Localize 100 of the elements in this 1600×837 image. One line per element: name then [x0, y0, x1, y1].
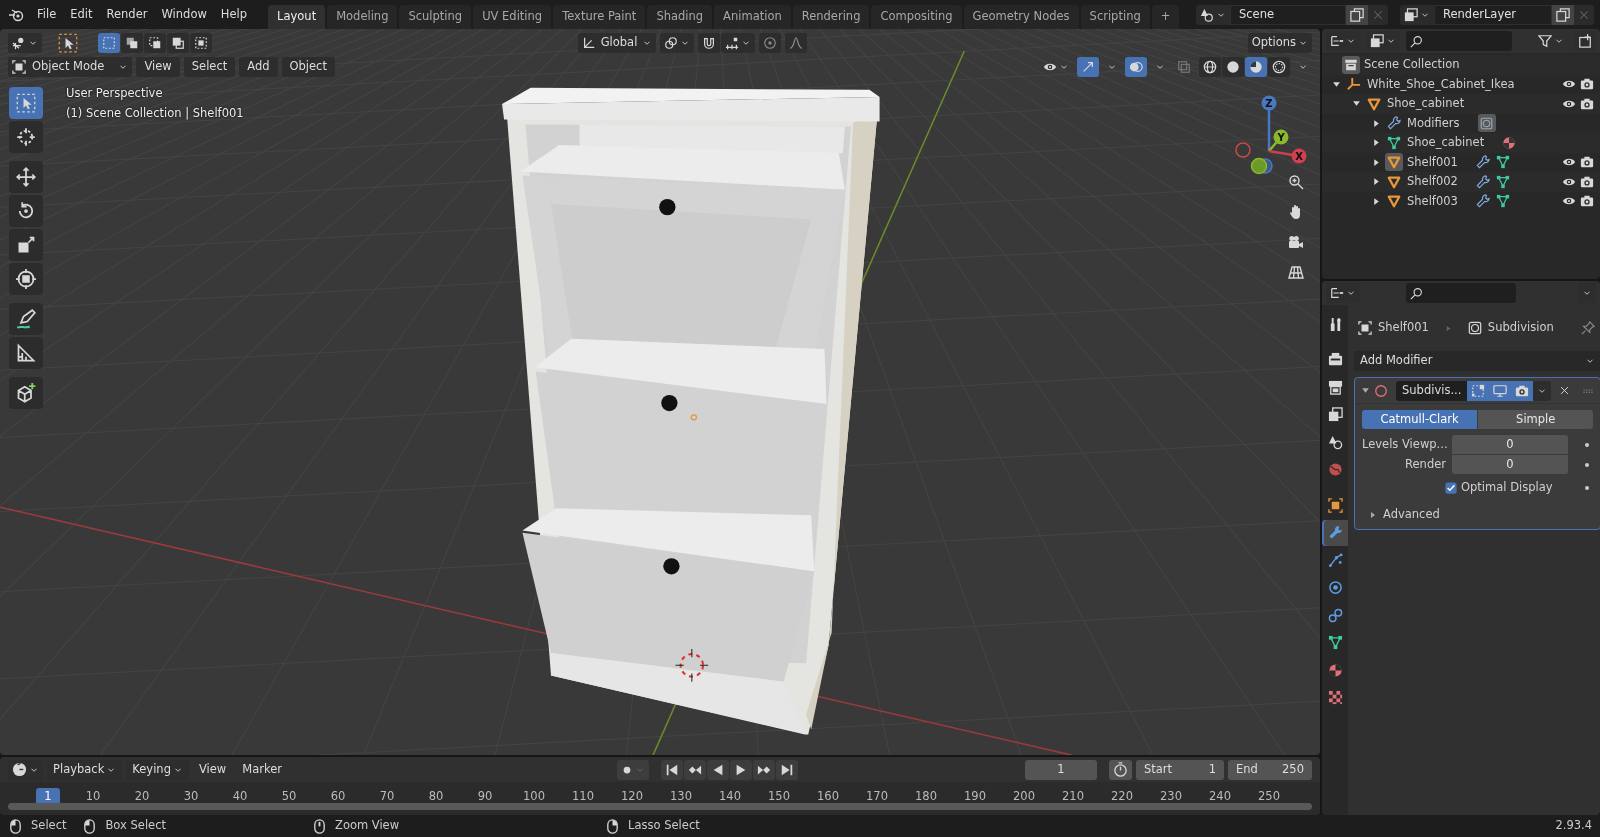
frame-number: 20	[133, 788, 151, 805]
add-modifier-dropdown[interactable]: Add Modifier	[1354, 351, 1600, 371]
menu-item[interactable]: Edit	[63, 0, 100, 29]
subdivision-type-option[interactable]: Simple	[1478, 410, 1594, 429]
workspace-tab[interactable]: Geometry Nodes	[963, 5, 1079, 29]
tree-item-label[interactable]: White_Shoe_Cabinet_Ikea	[1367, 75, 1515, 93]
number-field[interactable]: 0	[1452, 435, 1568, 454]
menu-item[interactable]: File	[30, 0, 64, 29]
frame-number: 240	[1208, 788, 1232, 805]
workspace-tab[interactable]: Texture Paint	[553, 5, 646, 29]
view-layer-field[interactable]: RenderLayer	[1434, 5, 1552, 25]
tree-item-label[interactable]: Shelf001	[1407, 153, 1458, 171]
add-workspace-button[interactable]: +	[1151, 5, 1180, 29]
tree-item-label[interactable]: Modifiers	[1407, 114, 1460, 132]
version-label: 2.93.4	[1555, 817, 1592, 835]
end-label: End	[1236, 760, 1258, 778]
viewport-menu[interactable]: Object	[281, 57, 335, 77]
workspace-tab[interactable]: Sculpting	[399, 5, 472, 29]
subpanel-label[interactable]: Advanced	[1383, 506, 1440, 524]
status-hint: Box Select	[105, 817, 166, 835]
frame-number: 70	[378, 788, 396, 805]
navigation-gizmo[interactable]: Z Y X	[1221, 87, 1317, 183]
current-frame-field[interactable]: 1	[1025, 759, 1097, 780]
number-field[interactable]: 0	[1452, 455, 1568, 474]
frame-number: 50	[280, 788, 298, 805]
workspace-tab[interactable]: Scripting	[1080, 5, 1150, 29]
menu-label: Playback	[53, 763, 105, 776]
frame-number: 100	[522, 788, 546, 805]
frame-number: 210	[1061, 788, 1085, 805]
frame-number: 160	[816, 788, 840, 805]
frame-number: 10	[84, 788, 102, 805]
viewport-info-text: User Perspective	[66, 85, 164, 102]
frame-number: 150	[767, 788, 791, 805]
start-value: 1	[1208, 760, 1216, 778]
end-value: 250	[1282, 760, 1304, 778]
options-label: Options	[1251, 37, 1296, 49]
axis-label: Z	[1265, 98, 1273, 109]
timeline-menu[interactable]: Playback	[47, 759, 123, 780]
frame-number: 30	[182, 788, 200, 805]
menu-label: Keying	[132, 763, 171, 776]
frame-number: 250	[1257, 788, 1281, 805]
add-modifier-label: Add Modifier	[1360, 355, 1433, 367]
timeline-menu[interactable]: Marker	[236, 759, 288, 780]
viewport-menu[interactable]: Select	[183, 57, 236, 77]
frame-number: 40	[231, 788, 249, 805]
end-frame-field[interactable]: End 250	[1228, 759, 1312, 780]
viewport-menu[interactable]: Add	[239, 57, 278, 77]
options-dropdown[interactable]: Options	[1247, 33, 1312, 53]
workspace-tab[interactable]: Modeling	[327, 5, 398, 29]
menu-label: View	[198, 763, 227, 776]
mode-label: Object Mode	[32, 61, 105, 73]
frame-number: 60	[329, 788, 347, 805]
frame-number: 200	[1012, 788, 1036, 805]
breadcrumb-modifier[interactable]: Subdivision	[1487, 319, 1554, 337]
tree-item-label[interactable]: Shelf003	[1407, 192, 1458, 210]
timeline-menu[interactable]: Keying	[126, 759, 189, 780]
start-label: Start	[1144, 760, 1173, 778]
field-label: Levels Viewp...	[1362, 435, 1446, 453]
frame-number: 220	[1110, 788, 1134, 805]
frame-number: 120	[620, 788, 644, 805]
tree-item-label[interactable]: Shoe_cabinet	[1387, 95, 1465, 113]
modifier-name-field[interactable]: Subdivis...	[1396, 380, 1468, 401]
status-hint: Lasso Select	[628, 817, 700, 835]
scene-field[interactable]: Scene	[1230, 5, 1346, 25]
workspace-tab[interactable]: Rendering	[792, 5, 870, 29]
field-label: Render	[1404, 455, 1446, 473]
workspace-tab[interactable]: Layout	[268, 5, 326, 29]
viewport-info-text: (1) Scene Collection | Shelf001	[66, 105, 244, 123]
menu-item[interactable]: Window	[154, 0, 214, 29]
workspace-tab[interactable]: UV Editing	[473, 5, 552, 29]
axis-label: X	[1295, 151, 1303, 162]
frame-number: 110	[571, 788, 595, 805]
frame-number: 90	[476, 788, 494, 805]
frame-number: 130	[669, 788, 693, 805]
orientation-label: Global	[599, 37, 639, 49]
timeline-menu[interactable]: View	[192, 759, 233, 780]
menu-item[interactable]: Render	[99, 0, 155, 29]
frame-number: 190	[963, 788, 987, 805]
frame-number: 180	[914, 788, 938, 805]
menu-item[interactable]: Help	[213, 0, 255, 29]
start-frame-field[interactable]: Start 1	[1136, 759, 1224, 780]
tree-item-label[interactable]: Shelf002	[1407, 173, 1458, 191]
subdivision-type-option[interactable]: Catmull-Clark	[1362, 410, 1478, 429]
menu-label: Marker	[242, 763, 282, 776]
axis-label: Y	[1277, 132, 1285, 143]
orientation-dropdown[interactable]: Global	[578, 33, 656, 53]
frame-number: 80	[427, 788, 445, 805]
status-hint: Zoom View	[335, 817, 400, 835]
tree-item-label[interactable]: Shoe_cabinet	[1407, 134, 1485, 152]
breadcrumb-object[interactable]: Shelf001	[1378, 319, 1429, 337]
viewport-menu[interactable]: View	[136, 57, 180, 77]
frame-number: 230	[1159, 788, 1183, 805]
status-hint: Select	[31, 817, 67, 835]
workspace-tab[interactable]: Animation	[714, 5, 791, 29]
workspace-tab[interactable]: Shading	[647, 5, 713, 29]
mode-dropdown[interactable]: Object Mode	[8, 57, 133, 77]
frame-number: 170	[865, 788, 889, 805]
tree-item-label[interactable]: Scene Collection	[1364, 56, 1460, 74]
workspace-tab[interactable]: Compositing	[871, 5, 962, 29]
frame-number: 140	[718, 788, 742, 805]
